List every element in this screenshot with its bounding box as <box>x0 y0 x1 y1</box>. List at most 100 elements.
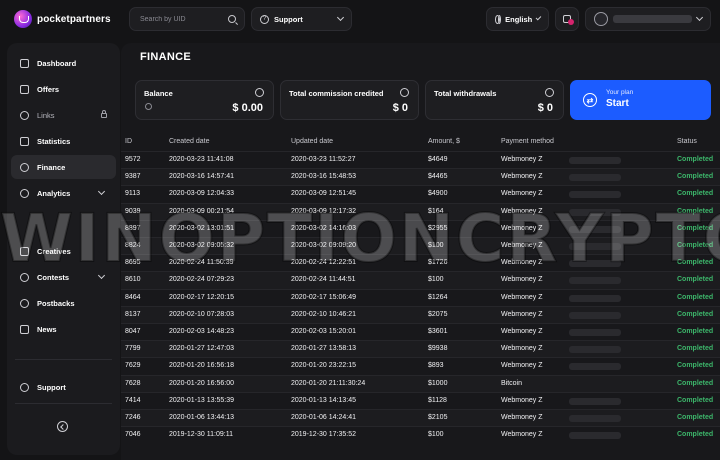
table-row[interactable]: 9387 2020-03-16 14:57:41 2020-03-16 15:48:… <box>121 168 720 186</box>
sidebar-item-offers[interactable]: Offers <box>11 77 116 101</box>
table-row[interactable]: 7246 2020-01-06 13:44:13 2020-01-06 14:24:… <box>121 409 720 427</box>
cell-amount: $164 <box>428 207 444 215</box>
language-dropdown[interactable]: English <box>486 7 549 31</box>
sidebar-item-label: Analytics <box>37 188 71 198</box>
cell-amount: $100 <box>428 431 444 439</box>
chevron-down-icon <box>97 271 106 280</box>
cell-status: Completed <box>677 362 714 370</box>
sidebar-item-contests[interactable]: Contests <box>11 265 116 289</box>
sidebar-item-postbacks[interactable]: Postbacks <box>11 291 116 315</box>
cell-updated-date: 2020-03-16 15:48:53 <box>291 173 356 181</box>
cell-updated-date: 2020-02-17 15:06:49 <box>291 293 356 301</box>
table-row[interactable]: 9113 2020-03-09 12:04:33 2020-03-09 12:51:… <box>121 185 720 202</box>
notifications-button[interactable] <box>555 7 579 31</box>
cell-amount: $1264 <box>428 293 448 301</box>
wallet-redacted <box>569 432 621 440</box>
cell-id: 7629 <box>125 362 141 370</box>
table-row[interactable]: 8695 2020-02-24 11:50:39 2020-02-24 12:22:… <box>121 254 720 271</box>
sidebar-item-support[interactable]: Support <box>11 375 116 399</box>
cell-status: Completed <box>677 345 714 353</box>
image-icon <box>20 246 29 256</box>
cell-id: 8824 <box>125 242 141 249</box>
column-header-payment[interactable]: Payment method <box>501 138 554 145</box>
cell-id: 8695 <box>125 259 141 267</box>
language-label: English <box>505 14 533 24</box>
support-dropdown[interactable]: ? Support <box>251 7 352 31</box>
cell-status: Completed <box>677 328 714 335</box>
table-row[interactable]: 7414 2020-01-13 13:55:39 2020-01-13 14:13:… <box>121 391 720 409</box>
table-row[interactable]: 7799 2020-01-27 12:47:03 2020-01-27 13:58:… <box>121 340 720 358</box>
sidebar-item-links[interactable]: Links <box>11 103 116 127</box>
page-title: FINANCE <box>140 51 191 63</box>
cell-id: 8610 <box>125 276 141 284</box>
cell-status: Completed <box>677 224 714 232</box>
wallet-redacted <box>569 346 621 354</box>
box-icon <box>20 84 29 94</box>
cell-id: 8897 <box>125 224 141 232</box>
search-box[interactable] <box>129 7 245 31</box>
sidebar-item-dashboard[interactable]: Dashboard <box>11 51 116 75</box>
table-row[interactable]: 8610 2020-02-24 07:29:23 2020-02-24 11:44:… <box>121 271 720 289</box>
balance-title: Balance <box>144 89 173 98</box>
trophy-icon <box>20 272 29 282</box>
search-icon[interactable] <box>228 15 236 23</box>
sidebar-item-finance[interactable]: Finance <box>11 155 116 179</box>
cell-amount: $100 <box>428 242 444 249</box>
table-row[interactable]: 7629 2020-01-20 16:56:18 2020-01-20 23:22:… <box>121 357 720 374</box>
table-row[interactable]: 7046 2019-12-30 11:09:11 2019-12-30 17:35:… <box>121 426 720 443</box>
sidebar: Dashboard Offers Links Statistics Financ… <box>7 43 120 455</box>
table-row[interactable]: 7628 2020-01-20 16:56:00 2020-01-20 21:11:… <box>121 374 720 392</box>
sidebar-item-news[interactable]: News <box>11 317 116 341</box>
plan-card[interactable]: ⇄ Your plan Start <box>570 80 711 120</box>
cell-amount: $1128 <box>428 396 447 404</box>
cell-status: Completed <box>677 293 714 301</box>
sidebar-item-label: Finance <box>37 162 66 172</box>
withdrawals-value: $ 0 <box>537 102 553 114</box>
chevron-down-icon <box>336 13 345 22</box>
wallet-redacted <box>569 277 621 285</box>
search-input[interactable] <box>140 15 228 23</box>
cell-updated-date: 2019-12-30 17:35:52 <box>291 431 356 439</box>
wallet-redacted <box>569 174 621 182</box>
balance-value: $ 0.00 <box>232 102 263 114</box>
user-menu[interactable] <box>585 7 711 31</box>
collapse-sidebar-icon[interactable] <box>57 421 68 432</box>
cell-created-date: 2020-03-02 09:05:32 <box>169 242 234 249</box>
table-row[interactable]: 8824 2020-03-02 09:05:32 2020-03-02 09:09:… <box>121 237 720 255</box>
column-header-updated[interactable]: Updated date <box>291 138 333 145</box>
sidebar-item-label: Creatives <box>37 246 71 256</box>
info-icon[interactable] <box>145 103 152 110</box>
cell-id: 7799 <box>125 345 141 353</box>
wallet-redacted <box>569 243 621 250</box>
sidebar-item-statistics[interactable]: Statistics <box>11 129 116 153</box>
column-header-id[interactable]: ID <box>125 138 132 145</box>
brand-logo[interactable]: pocketpartners <box>14 9 111 29</box>
column-header-status[interactable]: Status <box>677 138 697 145</box>
cell-amount: $893 <box>428 362 444 370</box>
column-header-amount[interactable]: Amount, $ <box>428 138 460 145</box>
cell-status: Completed <box>677 173 714 181</box>
table-row[interactable]: 8464 2020-02-17 12:20:15 2020-02-17 15:06:… <box>121 288 720 306</box>
commission-value: $ 0 <box>392 102 408 114</box>
table-row[interactable]: 8047 2020-02-03 14:48:23 2020-02-03 15:20:… <box>121 323 720 340</box>
table-row[interactable]: 9572 2020-03-23 11:41:08 2020-03-23 11:52:… <box>121 151 720 168</box>
column-header-created[interactable]: Created date <box>169 138 209 145</box>
help-icon <box>20 382 29 392</box>
table-row[interactable]: 9039 2020-03-09 00:21:54 2020-03-09 12:17:… <box>121 202 720 220</box>
table-row[interactable]: 8137 2020-02-10 07:28:03 2020-02-10 10:46:… <box>121 305 720 323</box>
cell-payment-method: Webmoney Z <box>501 224 543 232</box>
cell-updated-date: 2020-01-06 14:24:41 <box>291 414 356 421</box>
cell-id: 7046 <box>125 431 141 439</box>
sidebar-item-analytics[interactable]: Analytics <box>11 181 116 205</box>
cell-payment-method: Webmoney Z <box>501 431 543 439</box>
cell-created-date: 2020-02-03 14:48:23 <box>169 328 234 335</box>
sidebar-item-label: Offers <box>37 84 60 94</box>
sidebar-item-creatives[interactable]: Creatives <box>11 239 116 263</box>
cell-payment-method: Webmoney Z <box>501 242 543 249</box>
cell-status: Completed <box>677 414 714 421</box>
cell-created-date: 2020-01-06 13:44:13 <box>169 414 234 421</box>
cell-id: 8464 <box>125 293 141 301</box>
link-icon <box>20 110 29 120</box>
plan-label: Your plan <box>606 89 634 96</box>
table-row[interactable]: 8897 2020-03-02 13:01:51 2020-03-02 14:16:… <box>121 219 720 237</box>
